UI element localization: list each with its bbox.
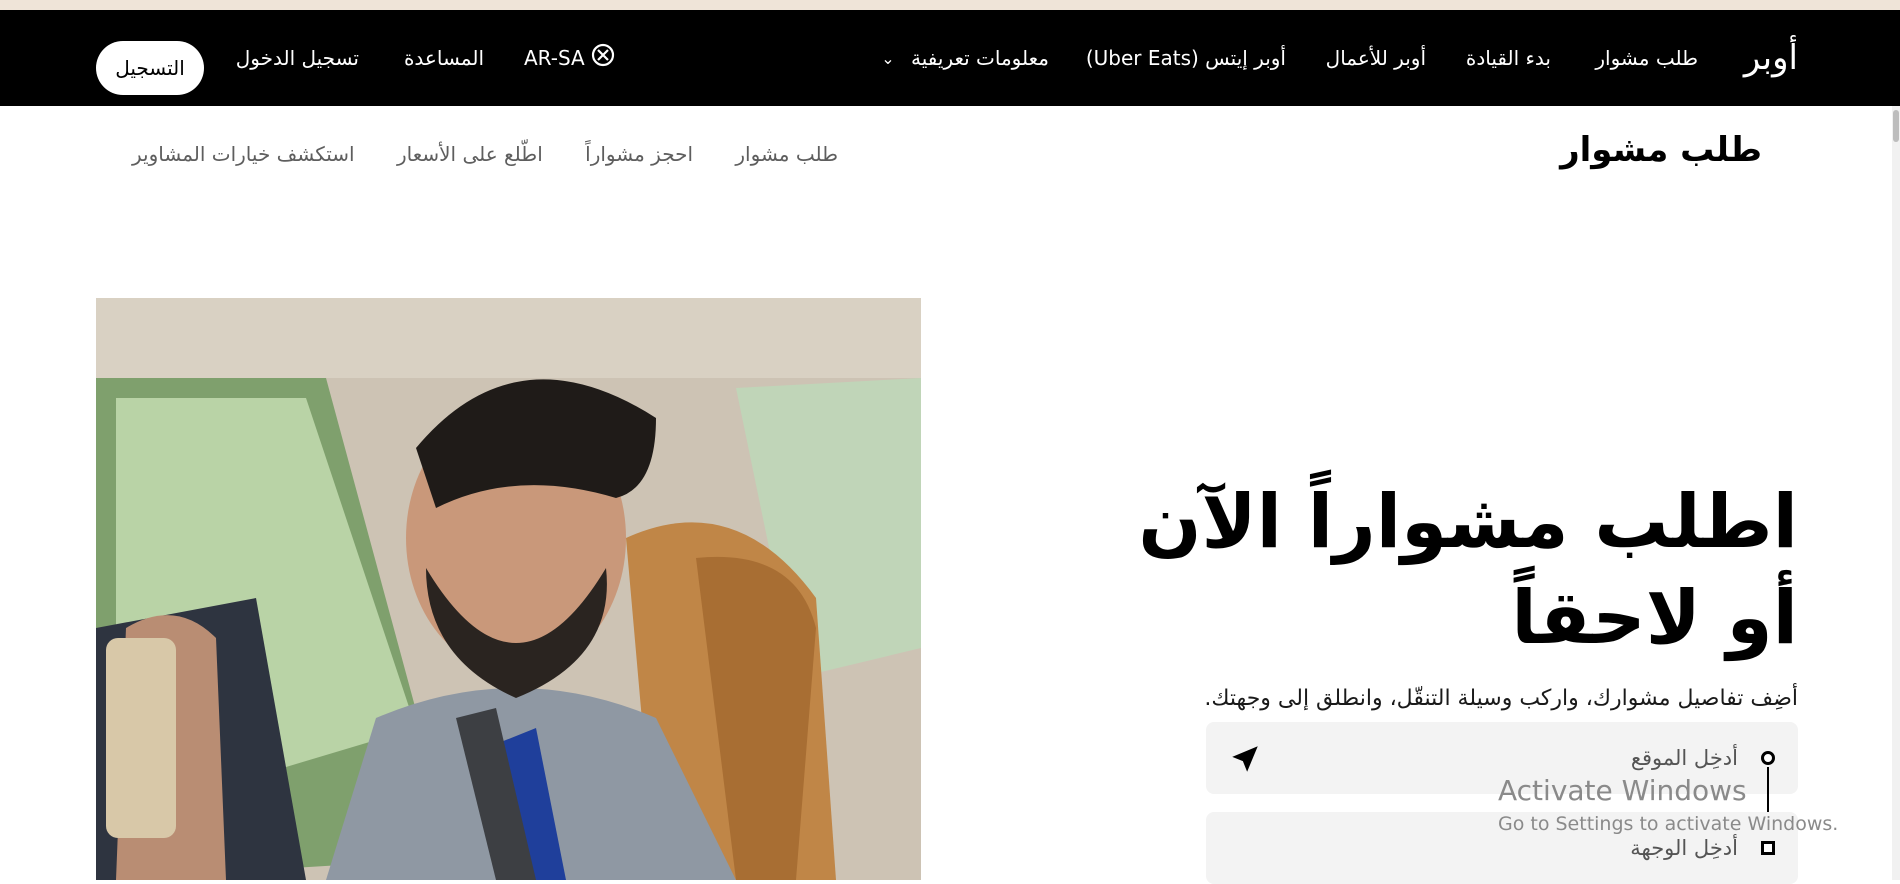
nav-about-label: معلومات تعريفية: [911, 46, 1049, 70]
subnav-reserve-ride[interactable]: احجز مشواراً: [585, 142, 693, 166]
pickup-dot-icon: [1761, 751, 1775, 765]
nav-uber-eats[interactable]: أوبر إيتس (Uber Eats): [1086, 10, 1286, 106]
nav-request-ride[interactable]: طلب مشوار: [1595, 10, 1698, 106]
page-scrollbar[interactable]: [1892, 106, 1900, 880]
login-link[interactable]: تسجيل الدخول: [236, 10, 359, 106]
hero-subtitle: أضِف تفاصيل مشوارك، واركب وسيلة التنقّل،…: [1204, 686, 1798, 711]
chevron-down-icon: ⌄: [881, 49, 895, 68]
windows-activation-watermark: Activate Windows Go to Settings to activ…: [1498, 774, 1898, 835]
nav-about-dropdown[interactable]: معلومات تعريفية ⌄: [881, 10, 1049, 106]
page-title: طلب مشوار: [1560, 130, 1762, 170]
language-label: AR-SA: [524, 46, 585, 70]
hero-image-man-in-car: [96, 298, 921, 880]
signup-button[interactable]: التسجيل: [96, 41, 204, 95]
subnav-see-prices[interactable]: اطّلع على الأسعار: [397, 142, 543, 166]
current-location-icon[interactable]: [1228, 742, 1262, 780]
subnav-links: طلب مشوار احجز مشواراً اطّلع على الأسعار…: [96, 142, 838, 166]
hero-title: اطلب مشواراً الآن أو لاحقاً: [1138, 478, 1798, 661]
subnav-explore-options[interactable]: استكشف خيارات المشاوير: [132, 142, 355, 166]
globe-icon: [591, 12, 615, 108]
help-link[interactable]: المساعدة: [404, 10, 484, 106]
browser-top-strip: [0, 0, 1900, 10]
scrollbar-thumb[interactable]: [1893, 110, 1899, 142]
nav-business[interactable]: أوبر للأعمال: [1326, 10, 1426, 106]
language-selector[interactable]: AR-SA: [524, 10, 625, 106]
subnav-request-ride[interactable]: طلب مشوار: [735, 142, 838, 166]
top-navigation: أوبر طلب مشوار بدء القيادة أوبر للأعمال …: [0, 10, 1900, 106]
watermark-title: Activate Windows: [1498, 774, 1747, 807]
watermark-subtitle: Go to Settings to activate Windows.: [1498, 813, 1839, 835]
destination-square-icon: [1761, 841, 1775, 855]
uber-logo[interactable]: أوبر: [1744, 10, 1798, 106]
nav-drive[interactable]: بدء القيادة: [1466, 10, 1551, 106]
